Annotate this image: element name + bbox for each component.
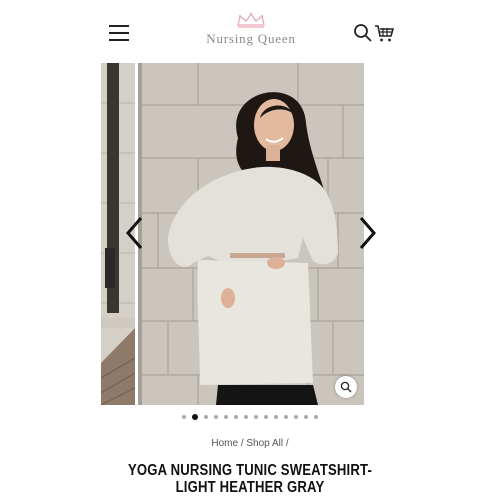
slide-dot[interactable] (304, 415, 308, 419)
slide-dot[interactable] (254, 415, 258, 419)
slide-dot[interactable] (264, 415, 268, 419)
brand-logo[interactable]: Nursing Queen (189, 12, 313, 47)
slide-dot[interactable] (284, 415, 288, 419)
breadcrumb-separator: / (285, 438, 289, 449)
breadcrumb-separator: / (240, 438, 244, 449)
slide-dot[interactable] (244, 415, 248, 419)
search-icon[interactable] (353, 23, 373, 43)
product-gallery[interactable] (101, 63, 399, 405)
product-title: YOGA NURSING TUNIC SWEATSHIRT- LIGHT HEA… (128, 462, 372, 496)
slide-indicator (101, 413, 399, 421)
product-title-line-2: LIGHT HEATHER GRAY (175, 479, 325, 496)
breadcrumb-home-link[interactable]: Home (211, 438, 238, 449)
slide-dot[interactable] (182, 415, 186, 419)
brand-name: Nursing Queen (206, 31, 296, 46)
slide-dot[interactable] (214, 415, 218, 419)
slide-dot[interactable] (294, 415, 298, 419)
slide-dot[interactable] (224, 415, 228, 419)
product-title-line-1: YOGA NURSING TUNIC SWEATSHIRT- (127, 462, 373, 479)
chevron-right-icon[interactable] (355, 215, 379, 251)
header: Nursing Queen (101, 8, 399, 60)
slide-dot[interactable] (314, 415, 318, 419)
breadcrumb: Home / Shop All / (101, 438, 399, 449)
slide-dot[interactable] (204, 415, 208, 419)
slide-dot[interactable] (234, 415, 238, 419)
hamburger-menu-icon[interactable] (109, 25, 129, 41)
main-product-image[interactable] (138, 63, 364, 405)
crown-icon (237, 12, 265, 28)
chevron-left-icon[interactable] (123, 215, 147, 251)
breadcrumb-shop-all-link[interactable]: Shop All (246, 438, 283, 449)
cart-icon[interactable] (374, 23, 395, 43)
slide-dot[interactable] (274, 415, 278, 419)
product-page: Nursing Queen Home / Shop All / YOGA NUR… (101, 0, 399, 500)
slide-dot[interactable] (192, 414, 198, 420)
zoom-icon[interactable] (335, 376, 357, 398)
